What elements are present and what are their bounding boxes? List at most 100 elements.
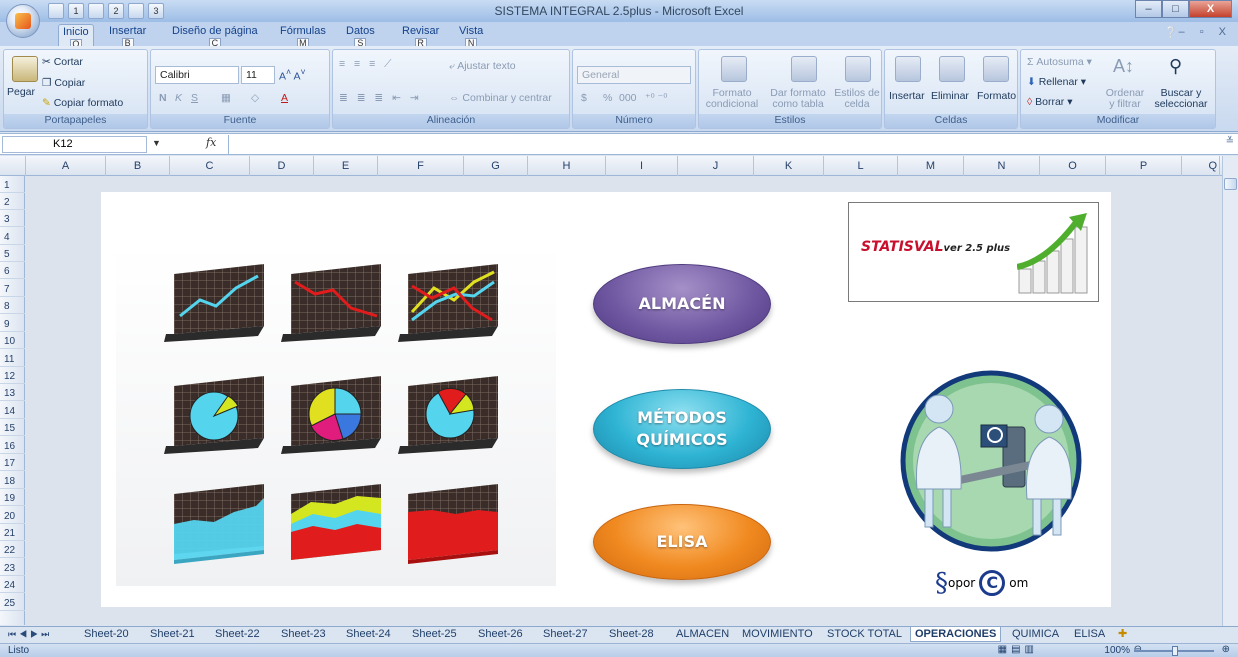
column-header[interactable]: C	[170, 156, 250, 176]
font-color-icon[interactable]: A	[281, 92, 288, 104]
fill-color-icon[interactable]: ◇	[251, 92, 259, 104]
vertical-align-icons[interactable]: ≡ ≡ ≡ ⟋	[339, 58, 394, 71]
percent-button[interactable]: %	[603, 92, 612, 104]
row-header[interactable]: 12	[0, 369, 25, 384]
row-header[interactable]: 13	[0, 386, 25, 401]
column-header[interactable]: M	[898, 156, 964, 176]
sheet-tab-active[interactable]: OPERACIONES	[910, 627, 1002, 642]
sheet-tab[interactable]: Sheet-25	[412, 627, 457, 642]
clear-button[interactable]: ◊ Borrar ▾	[1027, 96, 1073, 108]
column-header[interactable]: E	[314, 156, 378, 176]
column-header[interactable]: D	[250, 156, 314, 176]
wrap-text-button[interactable]: ⤶ Ajustar texto	[449, 60, 516, 73]
row-header[interactable]: 20	[0, 509, 25, 524]
copy-button[interactable]: ❐ Copiar	[42, 77, 85, 89]
column-header[interactable]: A	[26, 156, 106, 176]
row-header[interactable]: 4	[0, 230, 25, 245]
number-format-select[interactable]: General	[577, 66, 691, 84]
row-header[interactable]: 17	[0, 456, 25, 471]
tab-diseno-pagina[interactable]: Diseño de página C	[168, 24, 262, 49]
sheet-tab[interactable]: Sheet-22	[215, 627, 260, 642]
row-header[interactable]: 9	[0, 317, 25, 332]
autosum-button[interactable]: Σ Autosuma ▾	[1027, 56, 1092, 68]
tab-formulas[interactable]: Fórmulas M	[276, 24, 330, 49]
maximize-button[interactable]: □	[1162, 0, 1189, 18]
row-header[interactable]: 8	[0, 299, 25, 314]
scroll-thumb[interactable]	[1224, 178, 1237, 190]
border-icon[interactable]: ▦	[221, 92, 231, 104]
font-name-select[interactable]: Calibri	[155, 66, 239, 84]
row-header[interactable]: 16	[0, 439, 25, 454]
tab-datos[interactable]: Datos S	[342, 24, 379, 49]
sheet-tab[interactable]: Sheet-26	[478, 627, 523, 642]
minimize-button[interactable]: ‒	[1135, 0, 1162, 18]
row-header[interactable]: 7	[0, 282, 25, 297]
column-header[interactable]: L	[824, 156, 898, 176]
sheet-tab[interactable]: Sheet-20	[84, 627, 129, 642]
thousands-button[interactable]: 000	[619, 92, 637, 104]
find-select-button[interactable]: Buscar y seleccionar	[1149, 88, 1213, 110]
column-header[interactable]: Q	[1182, 156, 1220, 176]
sheet-tab[interactable]: ELISA	[1074, 627, 1105, 642]
fx-icon[interactable]: fx	[206, 136, 216, 149]
view-buttons[interactable]: ▦▤▥	[998, 644, 1038, 655]
row-header[interactable]: 2	[0, 195, 25, 210]
row-header[interactable]: 15	[0, 421, 25, 436]
grow-font-icon[interactable]: A˄ A˅	[279, 67, 306, 83]
decimal-icons[interactable]: ⁺⁰ ⁻⁰	[645, 92, 667, 104]
tab-vista[interactable]: Vista N	[455, 24, 487, 49]
column-header[interactable]: B	[106, 156, 170, 176]
tab-inicio[interactable]: Inicio O	[58, 24, 94, 50]
help-icon[interactable]: ❔	[1164, 26, 1178, 39]
column-header[interactable]: P	[1106, 156, 1182, 176]
conditional-format-button[interactable]: Formato condicional	[703, 88, 761, 110]
row-header[interactable]: 18	[0, 474, 25, 489]
vertical-scrollbar[interactable]	[1222, 156, 1238, 626]
name-box[interactable]: K12	[2, 136, 147, 153]
tab-insertar[interactable]: Insertar B	[105, 24, 150, 49]
format-button[interactable]: Formato	[977, 90, 1016, 102]
row-header[interactable]: 19	[0, 491, 25, 506]
table-format-button[interactable]: Dar formato como tabla	[765, 88, 831, 110]
row-header[interactable]: 5	[0, 247, 25, 262]
column-header[interactable]: N	[964, 156, 1040, 176]
column-header[interactable]: G	[464, 156, 528, 176]
sheet-tab[interactable]: QUIMICA	[1012, 627, 1059, 642]
select-all-corner[interactable]	[0, 156, 26, 176]
sheet-tab[interactable]: Sheet-28	[609, 627, 654, 642]
insert-sheet-icon[interactable]: ✚	[1118, 627, 1127, 642]
row-header[interactable]: 21	[0, 526, 25, 541]
row-header[interactable]: 23	[0, 561, 25, 576]
paste-button[interactable]: Pegar	[7, 86, 35, 98]
expand-formula-icon[interactable]: ≚	[1226, 136, 1234, 147]
row-header[interactable]: 14	[0, 404, 25, 419]
row-header[interactable]: 24	[0, 578, 25, 593]
office-button[interactable]	[6, 4, 40, 38]
tab-revisar[interactable]: Revisar R	[398, 24, 443, 49]
row-header[interactable]: 1	[0, 178, 25, 193]
merge-center-button[interactable]: ⇔ Combinar y centrar	[449, 92, 552, 104]
column-header[interactable]: H	[528, 156, 606, 176]
format-painter-button[interactable]: ✎ Copiar formato	[42, 97, 123, 109]
row-header[interactable]: 6	[0, 264, 25, 279]
almacen-button[interactable]: ALMACÉN	[593, 264, 771, 344]
sheet-tab[interactable]: Sheet-23	[281, 627, 326, 642]
row-header[interactable]: 11	[0, 352, 25, 367]
row-header[interactable]: 22	[0, 543, 25, 558]
bold-button[interactable]: N	[159, 92, 167, 104]
zoom-level[interactable]: 100%	[1104, 645, 1130, 656]
cell-styles-button[interactable]: Estilos de celda	[833, 88, 881, 110]
sheet-nav-buttons[interactable]: ⏮◀▶⏭	[8, 629, 52, 640]
currency-button[interactable]: $	[581, 92, 587, 104]
italic-button[interactable]: K	[175, 92, 182, 104]
sheet-tab[interactable]: STOCK TOTAL	[827, 627, 902, 642]
sheet-tab[interactable]: Sheet-21	[150, 627, 195, 642]
sheet-tab[interactable]: Sheet-27	[543, 627, 588, 642]
sheet-tab[interactable]: Sheet-24	[346, 627, 391, 642]
sheet-tab[interactable]: ALMACEN	[676, 627, 729, 642]
column-header[interactable]: I	[606, 156, 678, 176]
sheet-tab[interactable]: MOVIMIENTO	[742, 627, 813, 642]
column-header[interactable]: J	[678, 156, 754, 176]
underline-button[interactable]: S	[191, 92, 198, 104]
zoom-in-icon[interactable]: ⊕	[1222, 644, 1230, 655]
